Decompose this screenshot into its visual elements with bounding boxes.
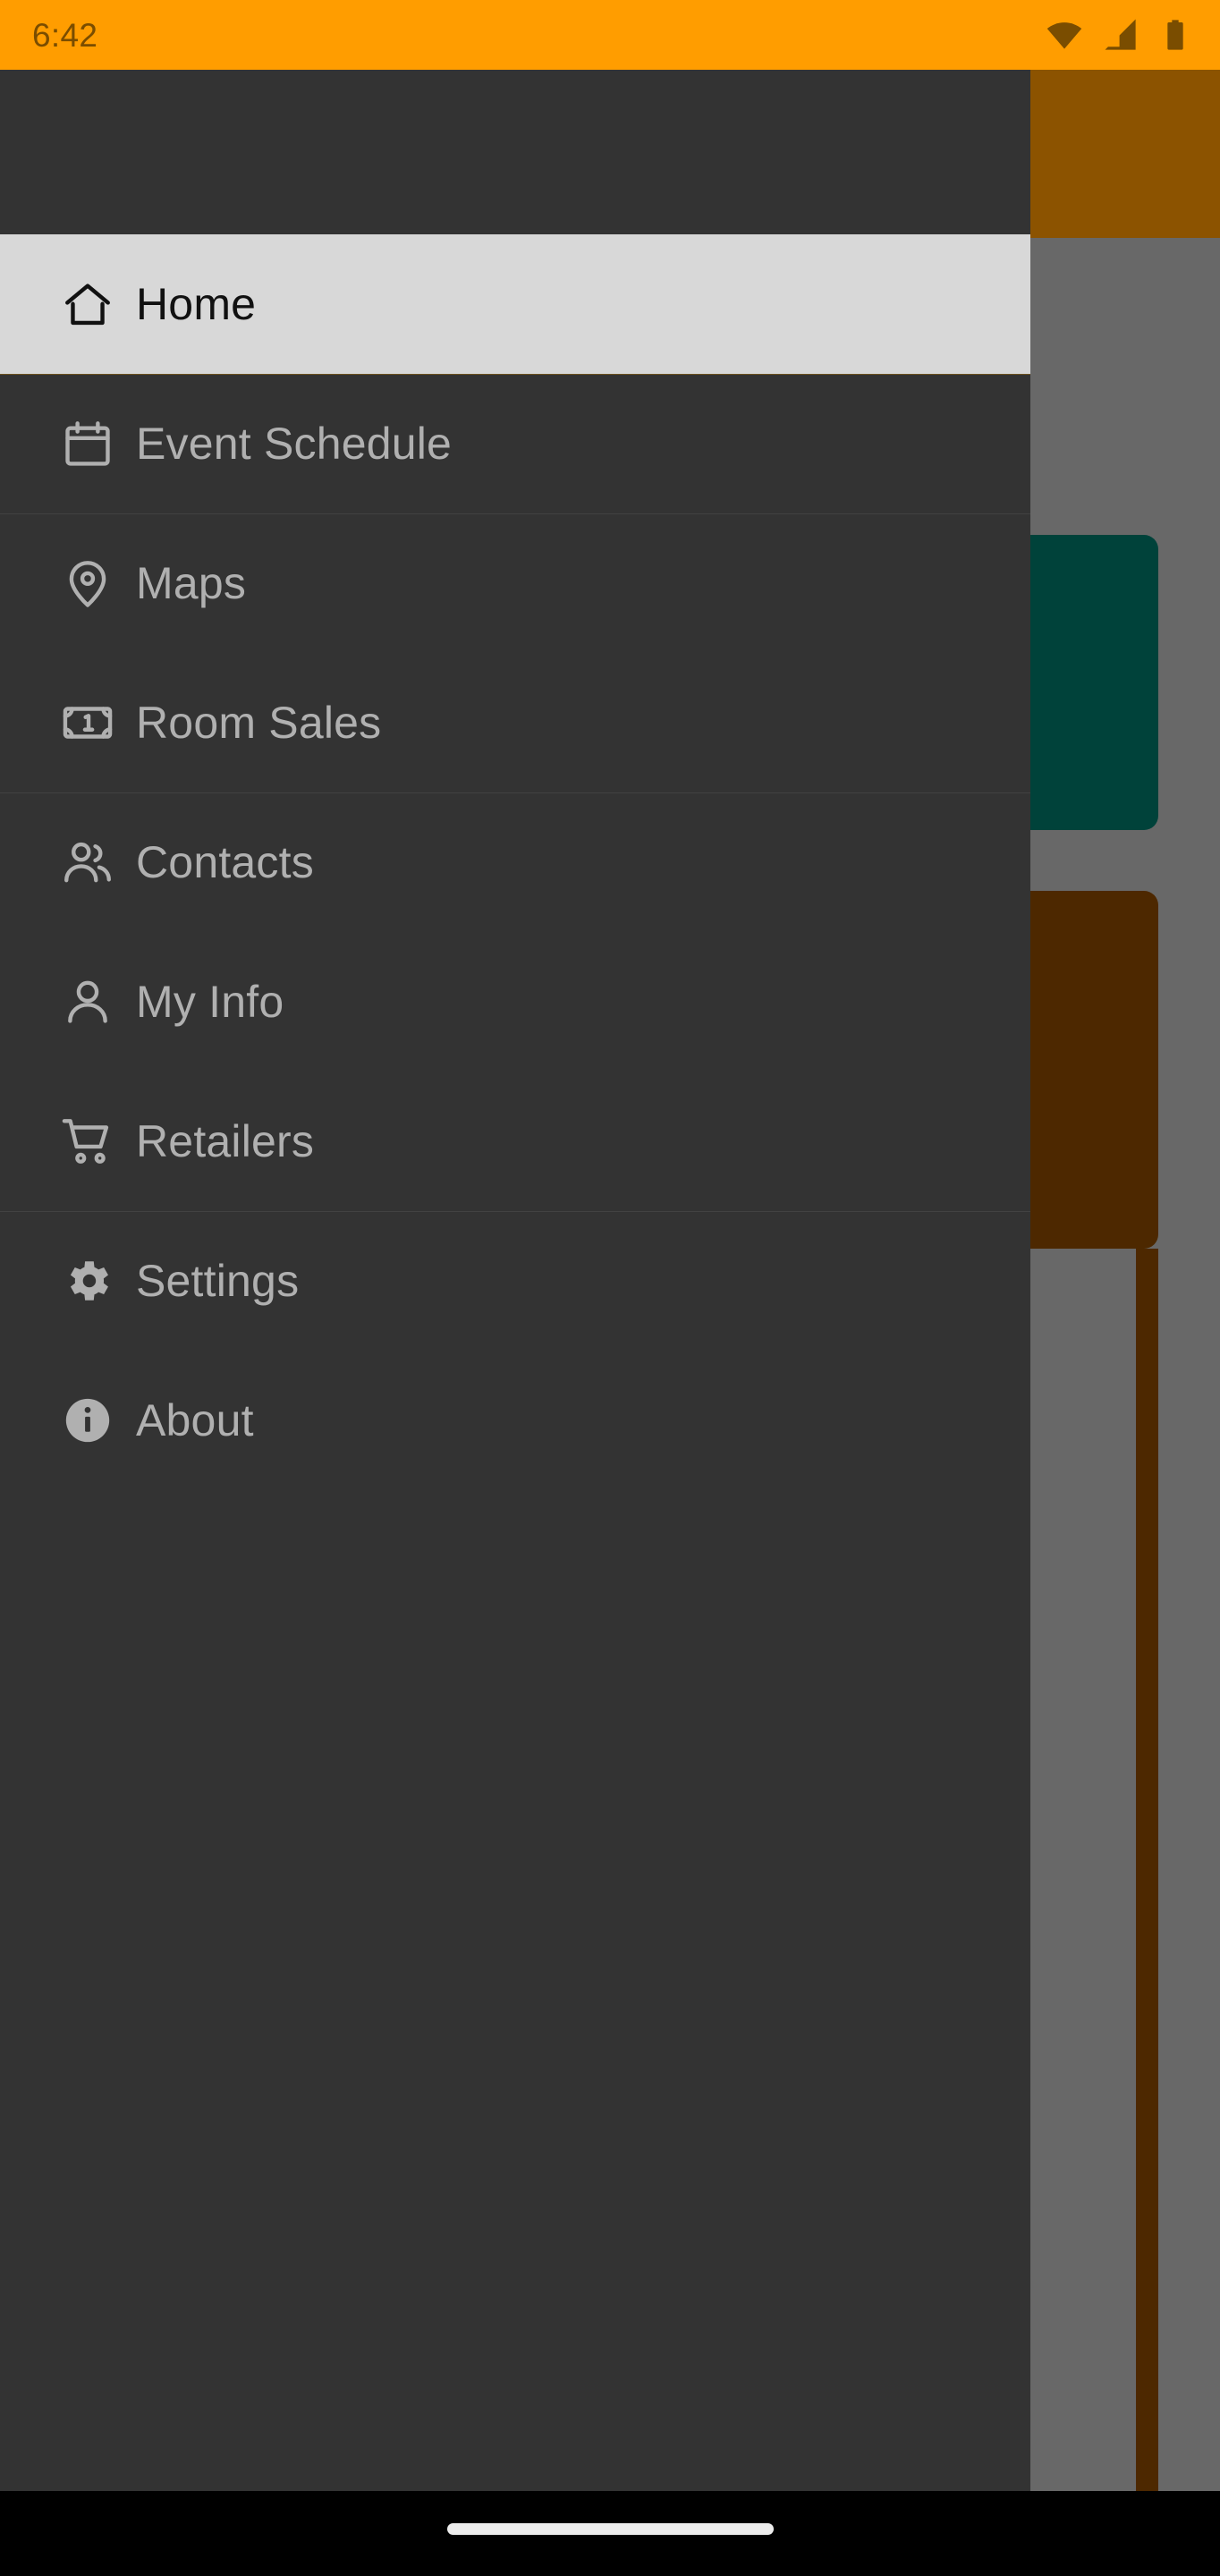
shopping-cart-icon (39, 1114, 136, 1169)
drawer-item-retailers[interactable]: Retailers (0, 1072, 1030, 1211)
drawer-item-contacts[interactable]: Contacts (0, 792, 1030, 932)
drawer-item-label: Retailers (136, 1116, 315, 1166)
drawer-item-about[interactable]: About (0, 1351, 1030, 1490)
phone-screen: Home Event Schedule Maps Room Sales Contacts… (0, 0, 1220, 2576)
drawer-item-label: Room Sales (136, 698, 382, 748)
system-navigation-bar (0, 2491, 1220, 2576)
battery-icon (1157, 17, 1193, 53)
people-icon (39, 835, 136, 890)
drawer-item-maps[interactable]: Maps (0, 513, 1030, 653)
status-bar-clock: 6:42 (32, 16, 98, 54)
navigation-drawer: Home Event Schedule Maps Room Sales Contacts… (0, 70, 1030, 2491)
drawer-header (0, 70, 1030, 234)
gesture-home-pill[interactable] (446, 2523, 774, 2535)
drawer-item-room-sales[interactable]: Room Sales (0, 653, 1030, 792)
drawer-item-label: My Info (136, 977, 284, 1027)
gear-icon (39, 1255, 136, 1307)
drawer-item-list: Home Event Schedule Maps Room Sales Contacts… (0, 234, 1030, 1490)
drawer-item-label: Contacts (136, 837, 314, 887)
person-icon (39, 974, 136, 1030)
calendar-icon (39, 416, 136, 471)
drawer-item-event-schedule[interactable]: Event Schedule (0, 374, 1030, 513)
wifi-icon (1045, 15, 1084, 55)
home-icon (39, 276, 136, 332)
drawer-item-settings[interactable]: Settings (0, 1211, 1030, 1351)
location-pin-icon (39, 555, 136, 611)
cellular-signal-icon (1102, 16, 1140, 54)
drawer-item-label: Home (136, 279, 257, 329)
info-circle-icon (39, 1394, 136, 1446)
drawer-item-label: About (136, 1395, 254, 1445)
banknote-icon (39, 695, 136, 750)
drawer-item-label: Event Schedule (136, 419, 453, 469)
drawer-item-home[interactable]: Home (0, 234, 1030, 374)
status-bar-icons (1045, 15, 1193, 55)
drawer-item-label: Settings (136, 1256, 300, 1306)
drawer-item-label: Maps (136, 558, 247, 608)
drawer-item-my-info[interactable]: My Info (0, 932, 1030, 1072)
status-bar: 6:42 (0, 0, 1220, 70)
